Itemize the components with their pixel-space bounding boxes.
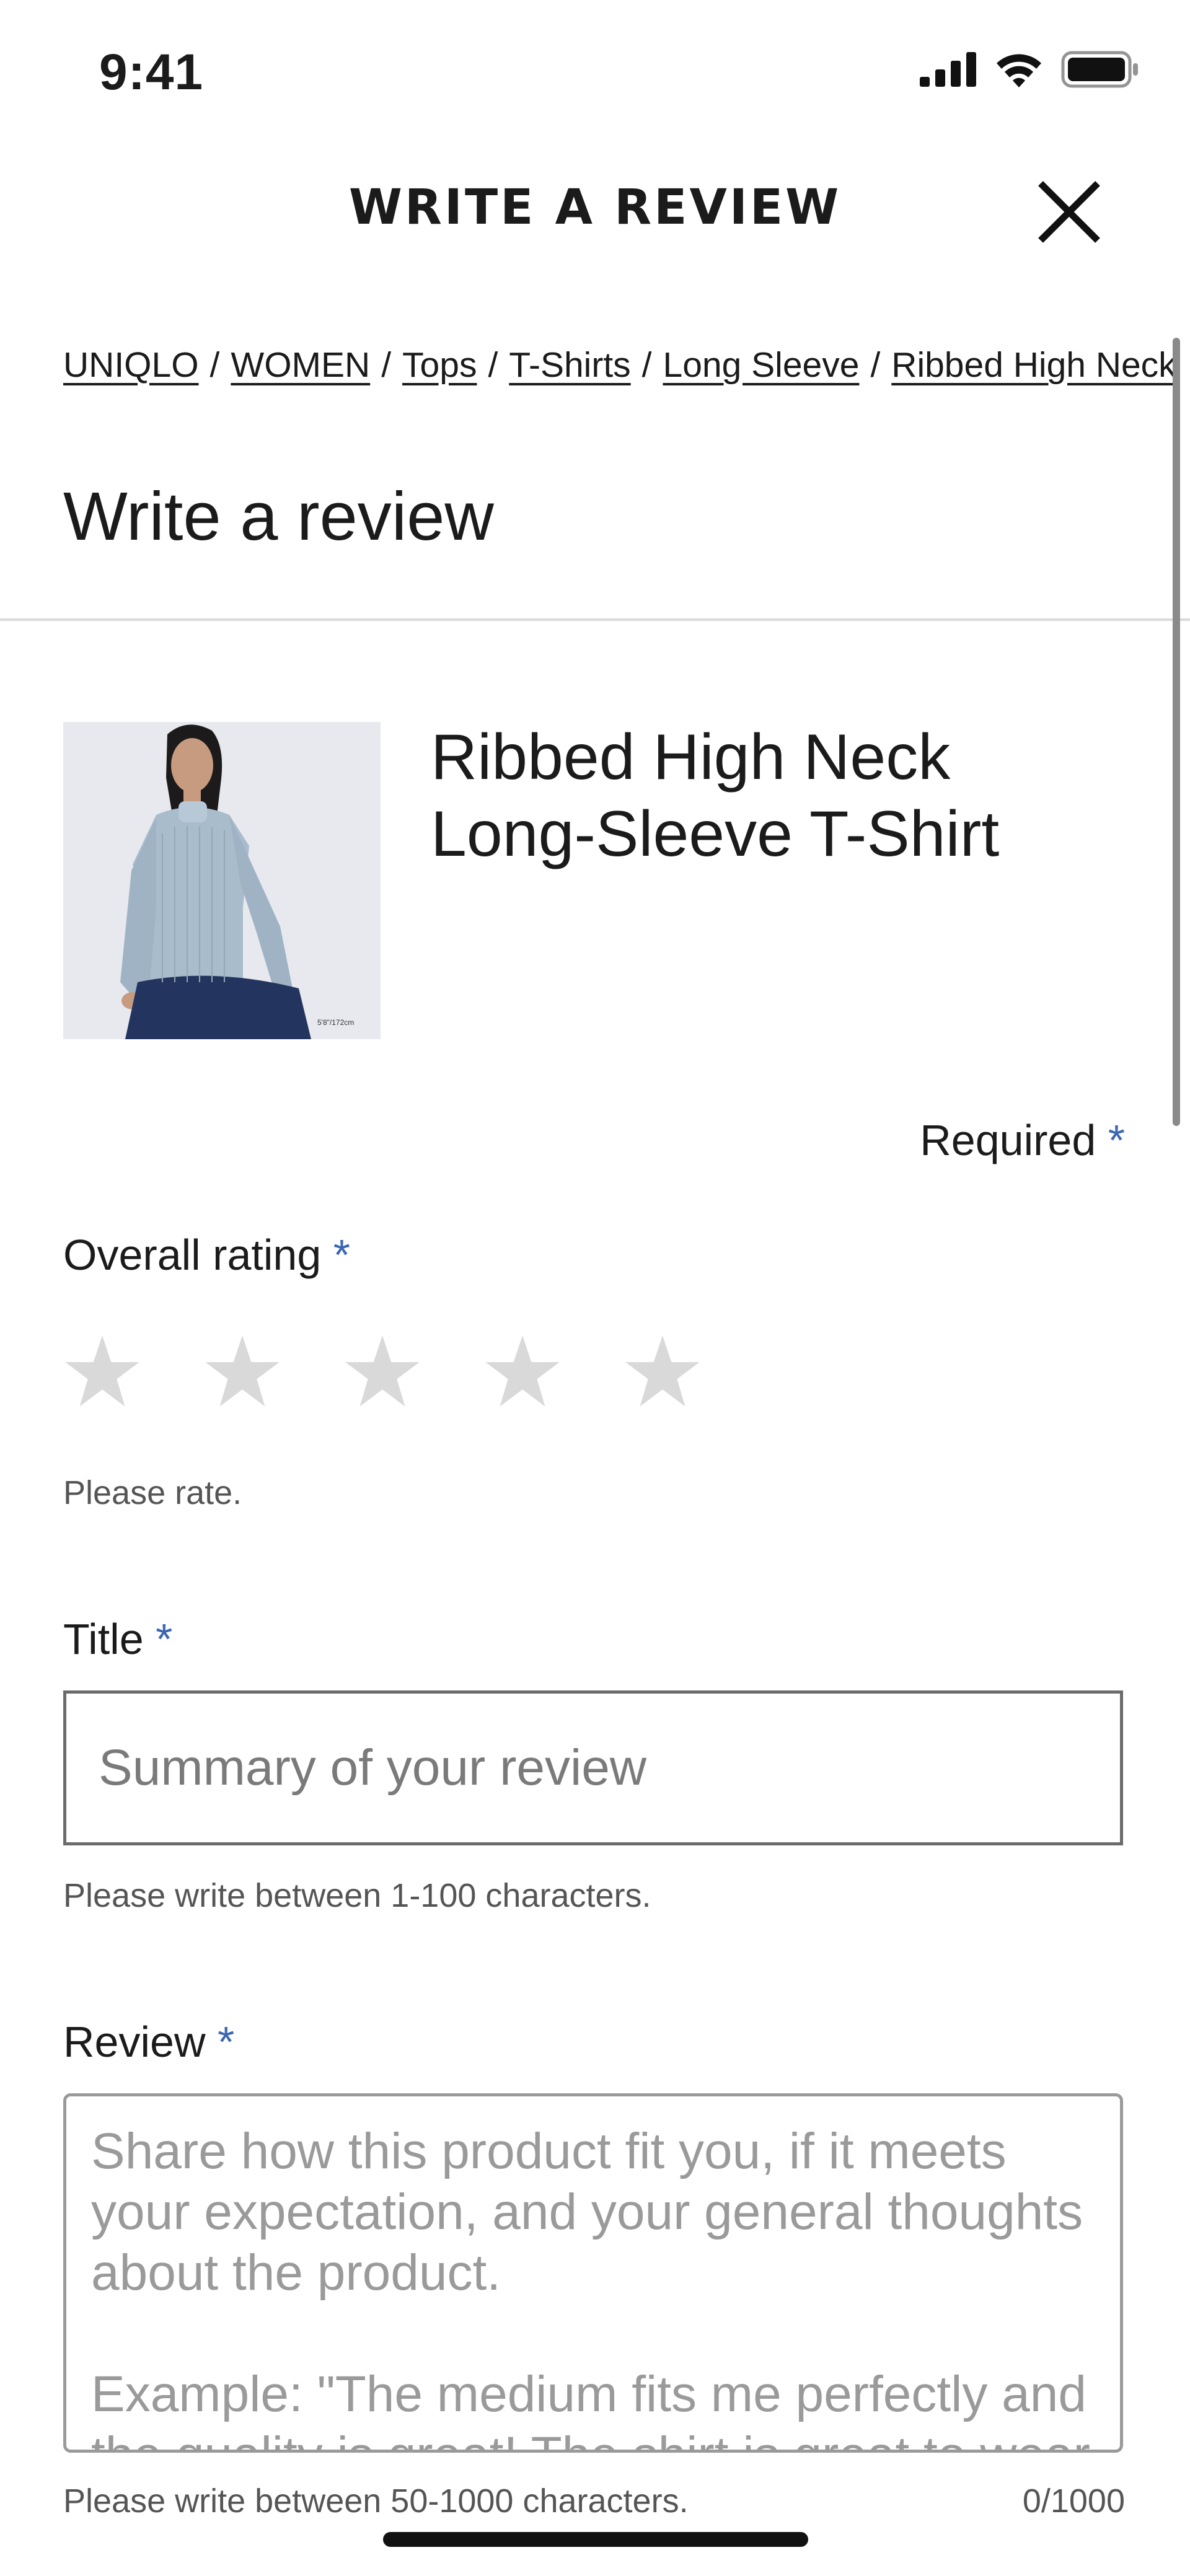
- title-input[interactable]: [63, 1690, 1123, 1845]
- page-title: Write a review: [63, 478, 494, 555]
- review-label-group: Review *: [63, 2017, 234, 2067]
- scrollbar[interactable]: [1173, 338, 1180, 1126]
- title-label: Title: [63, 1615, 144, 1663]
- character-counter: 0/1000: [1022, 2482, 1125, 2520]
- required-marker: *: [217, 2018, 235, 2066]
- required-marker: *: [156, 1615, 173, 1663]
- breadcrumb-link-ribbed-high-neck[interactable]: Ribbed High Neck: [891, 345, 1176, 385]
- required-marker: *: [333, 1231, 350, 1279]
- wifi-icon: [997, 54, 1041, 87]
- breadcrumb-separator: /: [488, 345, 498, 385]
- breadcrumb-separator: /: [381, 345, 392, 385]
- required-legend: Required *: [920, 1115, 1125, 1165]
- status-time: 9:41: [99, 44, 204, 100]
- title-hint: Please write between 1-100 characters.: [63, 1877, 651, 1914]
- star-3-icon[interactable]: [342, 1332, 423, 1413]
- breadcrumb-link-women[interactable]: WOMEN: [231, 345, 370, 385]
- rating-label: Overall rating: [63, 1231, 322, 1279]
- cellular-signal-icon: [920, 52, 976, 87]
- breadcrumb-separator: /: [870, 345, 881, 385]
- star-2-icon[interactable]: [202, 1332, 283, 1413]
- battery-icon: [1061, 51, 1138, 88]
- product-model-illustration: [63, 722, 381, 1039]
- breadcrumb-link-t-shirts[interactable]: T-Shirts: [509, 345, 630, 385]
- product-image: 5'8"/172cm: [63, 722, 381, 1039]
- rating-hint: Please rate.: [63, 1474, 242, 1511]
- product-name: Ribbed High Neck Long-Sleeve T-Shirt: [431, 719, 1125, 873]
- review-textarea[interactable]: [63, 2093, 1123, 2453]
- product-name-line-1: Ribbed High Neck: [431, 721, 951, 793]
- breadcrumb-link-long-sleeve[interactable]: Long Sleeve: [663, 345, 860, 385]
- status-icons: [920, 51, 1140, 88]
- required-label: Required: [920, 1116, 1096, 1164]
- review-label: Review: [63, 2018, 206, 2066]
- review-hint: Please write between 50-1000 characters.: [63, 2482, 689, 2520]
- header-title: WRITE A REVIEW: [348, 180, 842, 235]
- home-indicator[interactable]: [383, 2532, 808, 2547]
- rating-label-group: Overall rating *: [63, 1230, 350, 1280]
- required-marker: *: [1108, 1116, 1125, 1164]
- star-5-icon[interactable]: [622, 1332, 703, 1413]
- breadcrumb-separator: /: [209, 345, 220, 385]
- close-button[interactable]: [1032, 175, 1106, 249]
- star-rating[interactable]: [62, 1332, 703, 1413]
- close-icon: [1038, 181, 1100, 243]
- star-1-icon[interactable]: [62, 1332, 143, 1413]
- model-info: 5'8"/172cm: [317, 1018, 355, 1027]
- breadcrumb: UNIQLO / WOMEN / Tops / T-Shirts / Long Sleeve / R…: [63, 345, 1179, 385]
- product-name-line-2: Long-Sleeve T-Shirt: [431, 798, 1000, 870]
- breadcrumb-link-uniqlo[interactable]: UNIQLO: [63, 345, 199, 385]
- divider: [0, 618, 1190, 621]
- breadcrumb-separator: /: [641, 345, 652, 385]
- title-label-group: Title *: [63, 1614, 172, 1664]
- breadcrumb-link-tops[interactable]: Tops: [402, 345, 477, 385]
- star-4-icon[interactable]: [482, 1332, 563, 1413]
